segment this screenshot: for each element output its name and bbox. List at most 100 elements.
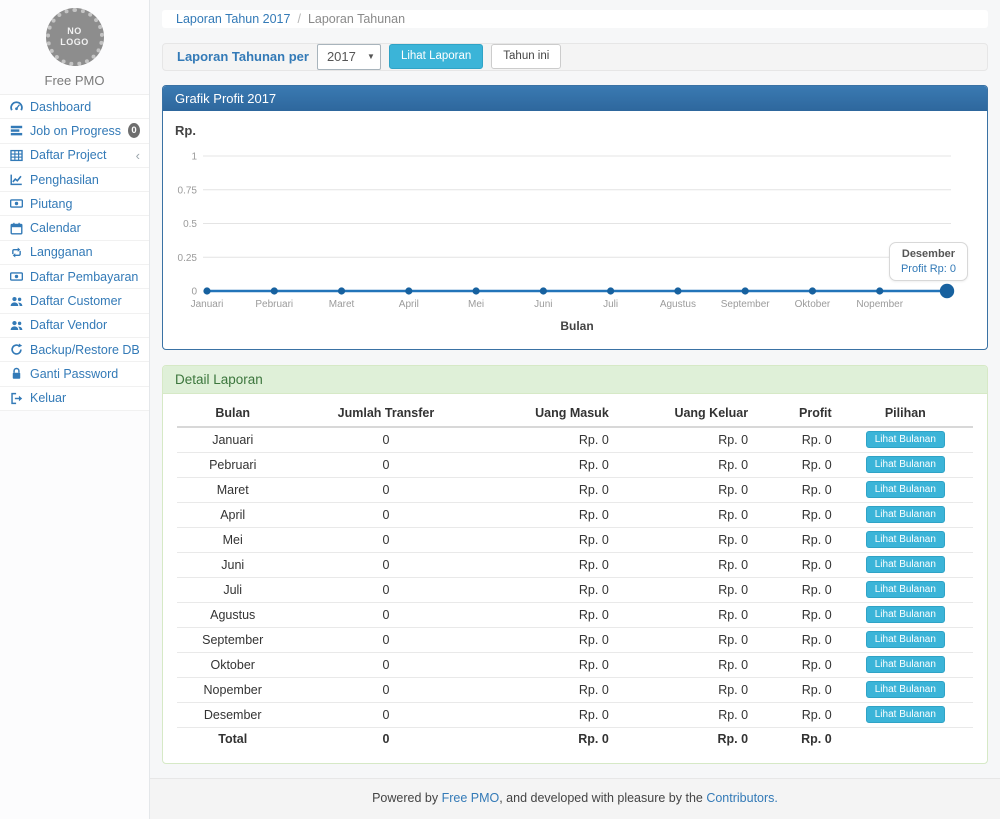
line-chart-icon <box>9 173 23 186</box>
table-row: Mei0Rp. 0Rp. 0Rp. 0Lihat Bulanan <box>177 527 973 552</box>
cell-transfer: 0 <box>288 452 483 477</box>
cell-profit: Rp. 0 <box>754 477 838 502</box>
cell-profit: Rp. 0 <box>754 652 838 677</box>
monthly-report-table: BulanJumlah TransferUang MasukUang Kelua… <box>177 400 973 752</box>
lihat-bulanan-button[interactable]: Lihat Bulanan <box>866 531 945 548</box>
data-point-maret <box>338 287 345 294</box>
lihat-bulanan-button[interactable]: Lihat Bulanan <box>866 706 945 723</box>
year-select[interactable]: 2017 <box>317 44 381 70</box>
gauge-icon <box>9 100 23 113</box>
lihat-bulanan-button[interactable]: Lihat Bulanan <box>866 656 945 673</box>
chart-panel-title: Grafik Profit 2017 <box>163 86 987 111</box>
data-point-nopember <box>876 287 883 294</box>
cell-uang-masuk: Rp. 0 <box>483 577 614 602</box>
cell-profit: Rp. 0 <box>754 677 838 702</box>
job-count-badge: 0 <box>128 123 140 138</box>
tahun-ini-button[interactable]: Tahun ini <box>491 44 561 69</box>
footer-link-free-pmo[interactable]: Free PMO <box>442 791 500 805</box>
sidebar-item-label: Daftar Pembayaran <box>30 270 138 284</box>
table-row: April0Rp. 0Rp. 0Rp. 0Lihat Bulanan <box>177 502 973 527</box>
brand-block: NO LOGO Free PMO <box>0 0 149 94</box>
money-icon <box>9 270 23 283</box>
sidebar-item-job-on-progress[interactable]: Job on Progress0 <box>0 119 149 143</box>
app-window: NO LOGO Free PMO DashboardJob on Progres… <box>0 0 1000 819</box>
x-axis-title: Bulan <box>560 319 593 333</box>
sidebar-item-backup-restore-db[interactable]: Backup/Restore DB <box>0 338 149 362</box>
x-tick-label: Pebruari <box>255 299 293 310</box>
profit-chart-panel: Grafik Profit 2017 Rp.10.750.50.250Janua… <box>162 85 988 350</box>
cell-uang-masuk: Rp. 0 <box>483 427 614 453</box>
table-row: Maret0Rp. 0Rp. 0Rp. 0Lihat Bulanan <box>177 477 973 502</box>
lihat-bulanan-button[interactable]: Lihat Bulanan <box>866 556 945 573</box>
sidebar-item-daftar-pembayaran[interactable]: Daftar Pembayaran <box>0 265 149 289</box>
sidebar-item-ganti-password[interactable]: Ganti Password <box>0 362 149 386</box>
lihat-bulanan-button[interactable]: Lihat Bulanan <box>866 456 945 473</box>
total-label: Total <box>177 727 288 751</box>
sidebar-item-dashboard[interactable]: Dashboard <box>0 95 149 119</box>
lihat-bulanan-button[interactable]: Lihat Bulanan <box>866 606 945 623</box>
sidebar-item-label: Daftar Customer <box>30 294 122 308</box>
sidebar-item-label: Daftar Project <box>30 148 106 162</box>
x-tick-label: Oktober <box>795 299 831 310</box>
tooltip-profit: Profit Rp: 0 <box>901 263 956 275</box>
column-header-uang-masuk: Uang Masuk <box>483 400 614 427</box>
retweet-icon <box>9 246 23 259</box>
cell-month: Oktober <box>177 652 288 677</box>
data-point-pebruari <box>271 287 278 294</box>
chart-tooltip: Desember Profit Rp: 0 <box>889 242 968 281</box>
cell-uang-keluar: Rp. 0 <box>615 577 754 602</box>
cell-uang-keluar: Rp. 0 <box>615 502 754 527</box>
breadcrumb-link-laporan-tahun[interactable]: Laporan Tahun 2017 <box>176 12 290 26</box>
sign-out-icon <box>9 392 23 405</box>
profit-line-chart[interactable]: Rp.10.750.50.250JanuariPebruariMaretApri… <box>163 111 987 349</box>
sidebar-item-calendar[interactable]: Calendar <box>0 216 149 240</box>
logo-text-line2: LOGO <box>60 37 89 48</box>
data-point-oktober <box>809 287 816 294</box>
x-tick-label: Juli <box>603 299 618 310</box>
lihat-laporan-button[interactable]: Lihat Laporan <box>389 44 483 69</box>
cell-uang-keluar: Rp. 0 <box>615 702 754 727</box>
x-tick-label: Agustus <box>660 299 696 310</box>
cell-transfer: 0 <box>288 552 483 577</box>
table-icon <box>9 149 23 162</box>
sidebar: NO LOGO Free PMO DashboardJob on Progres… <box>0 0 150 819</box>
sidebar-item-daftar-project[interactable]: Daftar Project ‹ <box>0 144 149 168</box>
cell-month: Mei <box>177 527 288 552</box>
cell-month: Januari <box>177 427 288 453</box>
lihat-bulanan-button[interactable]: Lihat Bulanan <box>866 481 945 498</box>
cell-uang-keluar: Rp. 0 <box>615 602 754 627</box>
sidebar-item-piutang[interactable]: Piutang <box>0 192 149 216</box>
x-tick-label: Nopember <box>856 299 903 310</box>
data-point-juli <box>607 287 614 294</box>
cell-month: Juni <box>177 552 288 577</box>
cell-uang-masuk: Rp. 0 <box>483 677 614 702</box>
no-logo-badge: NO LOGO <box>46 8 104 66</box>
sidebar-item-label: Daftar Vendor <box>30 318 107 332</box>
chevron-left-icon: ‹ <box>136 149 140 162</box>
sidebar-item-daftar-customer[interactable]: Daftar Customer <box>0 289 149 313</box>
sidebar-item-daftar-vendor[interactable]: Daftar Vendor <box>0 314 149 338</box>
cell-uang-masuk: Rp. 0 <box>483 602 614 627</box>
y-tick-label: 1 <box>191 151 197 162</box>
sidebar-item-penghasilan[interactable]: Penghasilan <box>0 168 149 192</box>
cell-profit: Rp. 0 <box>754 577 838 602</box>
y-tick-label: 0.5 <box>183 219 197 230</box>
cell-uang-masuk: Rp. 0 <box>483 502 614 527</box>
refresh-icon <box>9 343 23 356</box>
lihat-bulanan-button[interactable]: Lihat Bulanan <box>866 431 945 448</box>
cell-uang-masuk: Rp. 0 <box>483 627 614 652</box>
column-header-pilihan: Pilihan <box>838 400 973 427</box>
lihat-bulanan-button[interactable]: Lihat Bulanan <box>866 506 945 523</box>
sidebar-item-keluar[interactable]: Keluar <box>0 387 149 411</box>
y-tick-label: 0 <box>191 286 197 297</box>
table-row: September0Rp. 0Rp. 0Rp. 0Lihat Bulanan <box>177 627 973 652</box>
sidebar-item-langganan[interactable]: Langganan <box>0 241 149 265</box>
lihat-bulanan-button[interactable]: Lihat Bulanan <box>866 631 945 648</box>
cell-month: Pebruari <box>177 452 288 477</box>
table-row: Agustus0Rp. 0Rp. 0Rp. 0Lihat Bulanan <box>177 602 973 627</box>
footer-link-contributors[interactable]: Contributors. <box>706 791 778 805</box>
table-total-row: Total0Rp. 0Rp. 0Rp. 0 <box>177 727 973 751</box>
cell-transfer: 0 <box>288 427 483 453</box>
lihat-bulanan-button[interactable]: Lihat Bulanan <box>866 581 945 598</box>
lihat-bulanan-button[interactable]: Lihat Bulanan <box>866 681 945 698</box>
